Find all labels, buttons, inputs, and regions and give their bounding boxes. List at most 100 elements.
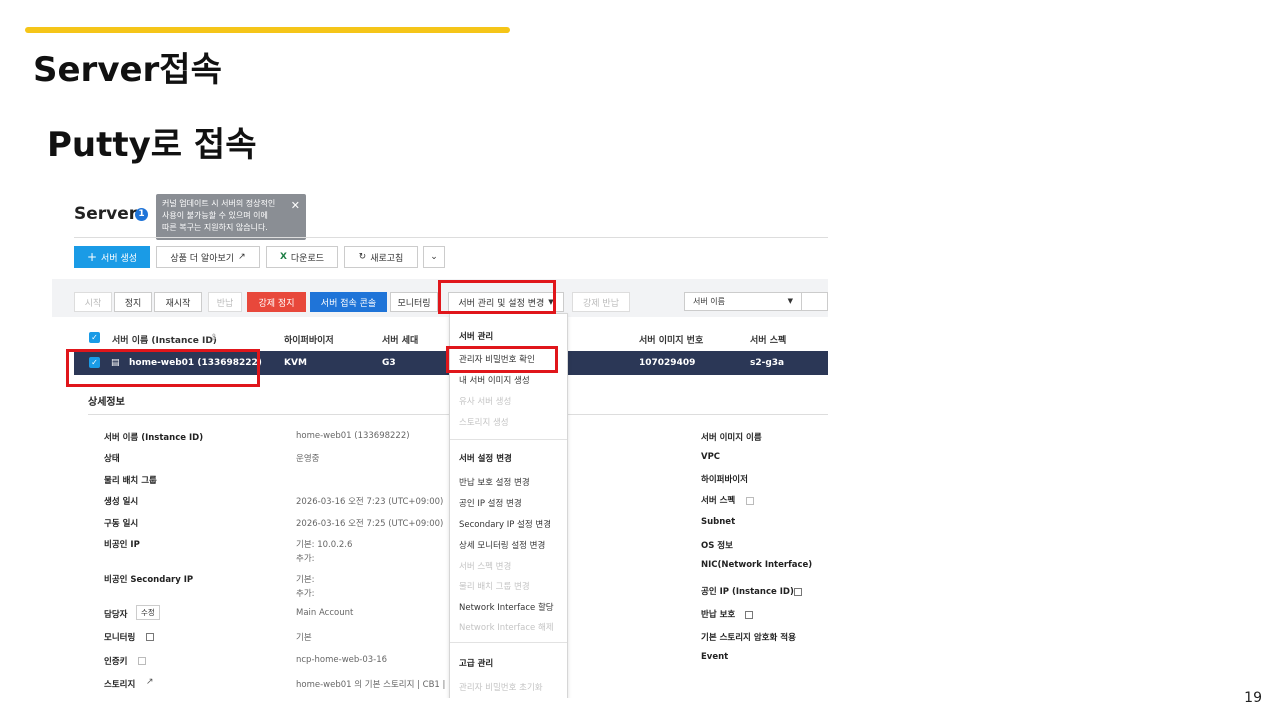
title-accent-bar xyxy=(25,27,510,33)
detail-label: Subnet xyxy=(701,517,736,527)
server-console-button[interactable]: 서버 접속 콘솔 xyxy=(310,292,387,312)
detail-value: 기본 xyxy=(296,633,312,643)
detail-label: 담당자 xyxy=(104,610,128,620)
detail-value: 추가: xyxy=(296,554,315,564)
edit-owner-button[interactable]: 수정 xyxy=(136,605,160,620)
force-stop-button[interactable]: 강제 정지 xyxy=(247,292,306,312)
col-server-name[interactable]: 서버 이름 (Instance ID) xyxy=(112,333,217,346)
col-image-no[interactable]: 서버 이미지 번호 xyxy=(639,333,703,346)
return-button[interactable]: 반납 xyxy=(208,292,242,312)
caret-down-icon: ▼ xyxy=(787,297,793,305)
menu-item-secondary-ip[interactable]: Secondary IP 설정 변경 xyxy=(459,518,551,530)
learn-more-label: 상품 더 알아보기 xyxy=(170,253,235,264)
search-field-select[interactable]: 서버 이름 ▼ xyxy=(684,292,802,311)
menu-item-create-image[interactable]: 내 서버 이미지 생성 xyxy=(459,374,530,386)
detail-label: 생성 일시 xyxy=(104,497,139,507)
kernel-update-tooltip: 커널 업데이트 시 서버의 정상적인 사용이 불가능할 수 있으며 이에 따른 … xyxy=(156,194,306,240)
copy-icon[interactable] xyxy=(745,611,753,619)
col-spec[interactable]: 서버 스펙 xyxy=(750,333,786,346)
learn-more-button[interactable]: 상품 더 알아보기 ↗ xyxy=(156,246,260,268)
info-badge[interactable]: 1 xyxy=(135,208,148,221)
force-return-button[interactable]: 강제 반납 xyxy=(572,292,630,312)
detail-label: OS 정보 xyxy=(701,541,733,551)
detail-label: 인증키 xyxy=(104,657,128,667)
slide-subtitle: Putty로 접속 xyxy=(47,125,257,165)
detail-value: Main Account xyxy=(296,608,354,618)
col-generation[interactable]: 서버 세대 xyxy=(382,333,418,346)
copy-icon[interactable] xyxy=(138,657,146,665)
detail-label: 공인 IP (Instance ID) xyxy=(701,587,794,597)
highlight-selected-server xyxy=(66,349,260,387)
plus-icon: + xyxy=(86,250,98,264)
detail-title: 상세정보 xyxy=(88,397,125,408)
menu-item-change-spec: 서버 스펙 변경 xyxy=(459,562,512,572)
create-server-button[interactable]: + 서버 생성 xyxy=(74,246,150,268)
menu-section-settings: 서버 설정 변경 xyxy=(459,454,512,464)
search-input[interactable] xyxy=(802,292,828,311)
select-all-checkbox[interactable]: ✓ xyxy=(89,332,100,343)
menu-item-detach-nic: Network Interface 해제 xyxy=(459,623,554,633)
detail-label: 모니터링 xyxy=(104,633,136,643)
detail-label: 구동 일시 xyxy=(104,519,139,529)
copy-icon[interactable] xyxy=(794,588,802,596)
console-screenshot: Server 1 커널 업데이트 시 서버의 정상적인 사용이 불가능할 수 있… xyxy=(52,192,828,698)
external-link-icon: ↗ xyxy=(238,252,246,262)
col-hypervisor[interactable]: 하이퍼바이저 xyxy=(284,333,334,346)
refresh-icon: ↻ xyxy=(358,252,367,262)
detail-value: 추가: xyxy=(296,589,315,599)
row-spec: s2-g3a xyxy=(750,358,785,368)
row-hypervisor: KVM xyxy=(284,358,307,368)
detail-label: 서버 이름 (Instance ID) xyxy=(104,433,204,443)
detail-label: 스토리지 xyxy=(104,680,136,690)
detail-value: home-web01 의 기본 스토리지 | CB1 | 1( xyxy=(296,680,457,690)
detail-value: home-web01 (133698222) xyxy=(296,431,410,441)
refresh-button[interactable]: ↻ 새로고침 xyxy=(344,246,418,268)
download-button[interactable]: X 다운로드 xyxy=(266,246,338,268)
close-icon[interactable]: ✕ xyxy=(291,200,300,212)
detail-value: 운영중 xyxy=(296,454,320,464)
detail-value: 2026-03-16 오전 7:23 (UTC+09:00) xyxy=(296,497,444,507)
tooltip-line: 커널 업데이트 시 서버의 정상적인 xyxy=(162,199,276,208)
detail-label: VPC xyxy=(701,452,721,462)
monitoring-button[interactable]: 모니터링 xyxy=(390,292,438,312)
menu-item-reset-password: 관리자 비밀번호 초기화 xyxy=(459,683,543,693)
search-field-value: 서버 이름 xyxy=(693,297,725,306)
row-generation: G3 xyxy=(382,358,396,368)
menu-item-return-protection[interactable]: 반납 보호 설정 변경 xyxy=(459,476,530,488)
detail-label: 반납 보호 xyxy=(701,610,736,620)
highlight-manage-dropdown xyxy=(438,280,556,314)
download-label: 다운로드 xyxy=(290,253,325,264)
detail-label: 서버 스펙 xyxy=(701,496,736,506)
sort-icon[interactable]: ⇕ xyxy=(210,333,218,343)
detail-label: Event xyxy=(701,652,729,662)
detail-label: 하이퍼바이저 xyxy=(701,475,748,485)
detail-value: 2026-03-16 오전 7:25 (UTC+09:00) xyxy=(296,519,444,529)
detail-value: 기본: 10.0.2.6 xyxy=(296,540,353,550)
copy-icon[interactable] xyxy=(746,497,754,505)
detail-label: NIC(Network Interface) xyxy=(701,560,813,570)
menu-item-attach-nic[interactable]: Network Interface 할당 xyxy=(459,601,554,613)
divider xyxy=(74,237,828,238)
stop-button[interactable]: 정지 xyxy=(114,292,152,312)
detail-value: ncp-home-web-03-16 xyxy=(296,655,388,665)
excel-icon: X xyxy=(279,252,287,262)
copy-icon[interactable] xyxy=(146,633,154,641)
menu-item-detail-monitoring[interactable]: 상세 모니터링 설정 변경 xyxy=(459,539,545,551)
create-server-label: 서버 생성 xyxy=(101,253,138,264)
external-link-icon[interactable]: ↗ xyxy=(146,677,154,687)
menu-item-placement-group: 물리 배치 그룹 변경 xyxy=(459,582,530,592)
refresh-label: 새로고침 xyxy=(370,253,404,264)
detail-label: 물리 배치 그룹 xyxy=(104,476,157,486)
detail-label: 상태 xyxy=(104,454,120,464)
start-button[interactable]: 시작 xyxy=(74,292,112,312)
detail-label: 서버 이미지 이름 xyxy=(701,433,762,443)
slide-title: Server접속 xyxy=(33,50,222,90)
detail-value: 기본: xyxy=(296,575,315,585)
restart-button[interactable]: 재시작 xyxy=(154,292,202,312)
menu-section-advanced: 고급 관리 xyxy=(459,659,494,669)
detail-label: 비공인 IP xyxy=(104,540,140,550)
highlight-check-password xyxy=(446,346,558,373)
more-toolbar-button[interactable]: ⌄ xyxy=(423,246,445,268)
menu-item-public-ip[interactable]: 공인 IP 설정 변경 xyxy=(459,497,522,509)
detail-label: 비공인 Secondary IP xyxy=(104,575,194,585)
